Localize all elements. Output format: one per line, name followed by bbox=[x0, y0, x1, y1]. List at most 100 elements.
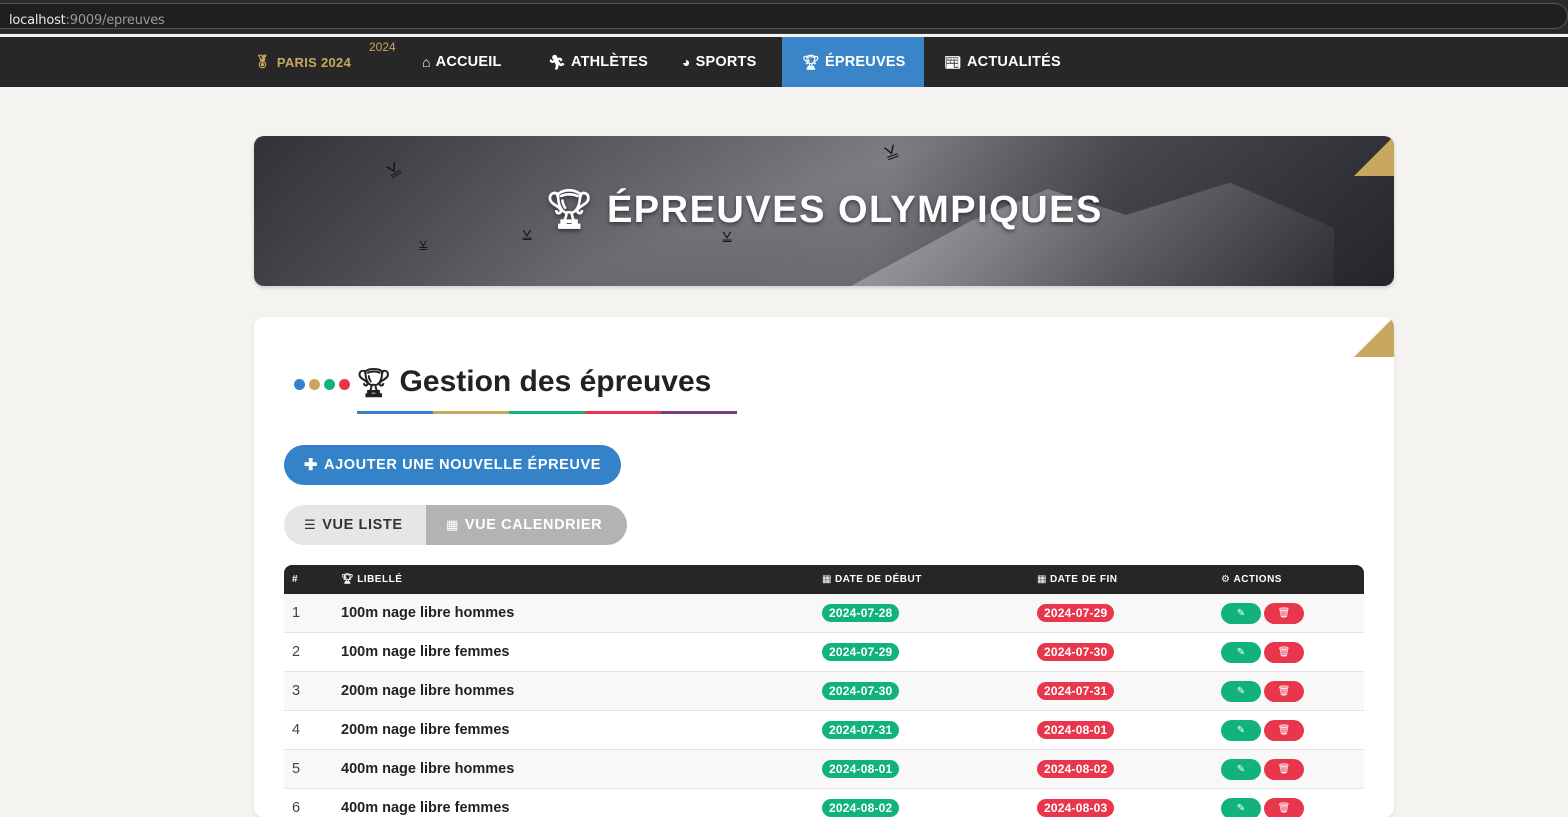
delete-button[interactable]: 🗑︎ bbox=[1264, 642, 1304, 663]
nav-item-label: ÉPREUVES bbox=[825, 54, 906, 70]
row-number: 1 bbox=[292, 594, 300, 632]
end-date-badge: 2024-08-03 bbox=[1037, 799, 1114, 817]
url-text[interactable]: localhost:9009/epreuves bbox=[9, 13, 165, 28]
table-row: 5 400m nage libre hommes 2024-08-01 2024… bbox=[284, 750, 1364, 789]
gears-icon: ⚙ bbox=[1221, 574, 1230, 585]
corner-accent bbox=[1354, 317, 1394, 357]
bird-icon: ⩣ bbox=[880, 137, 899, 163]
event-label: 200m nage libre hommes bbox=[341, 672, 514, 710]
actions-cell: ✎ 🗑︎ bbox=[1221, 711, 1304, 749]
dot-gold bbox=[309, 379, 320, 390]
title-underline bbox=[357, 411, 737, 414]
edit-icon: ✎ bbox=[1237, 725, 1245, 736]
list-icon: ☰ bbox=[304, 517, 316, 533]
olympic-dots bbox=[294, 379, 350, 390]
table-body: 1 100m nage libre hommes 2024-07-28 2024… bbox=[284, 594, 1364, 817]
actions-cell: ✎ 🗑︎ bbox=[1221, 789, 1304, 817]
hero-banner: ⩣ ⩣ ⩣ ⩣ ⩣ 🏆︎ ÉPREUVES OLYMPIQUES bbox=[254, 136, 1394, 286]
delete-button[interactable]: 🗑︎ bbox=[1264, 759, 1304, 780]
header-num: # bbox=[292, 565, 298, 594]
trophy-icon: 🏆︎ bbox=[545, 189, 595, 231]
trash-icon: 🗑︎ bbox=[1278, 803, 1291, 814]
header-actions: ⚙ACTIONS bbox=[1221, 565, 1282, 594]
end-date-cell: 2024-07-30 bbox=[1037, 633, 1114, 671]
table-row: 1 100m nage libre hommes 2024-07-28 2024… bbox=[284, 594, 1364, 633]
trophy-icon: 🏆︎ bbox=[802, 54, 820, 71]
start-date-cell: 2024-08-01 bbox=[822, 750, 899, 788]
start-date-cell: 2024-07-29 bbox=[822, 633, 899, 671]
trash-icon: 🗑︎ bbox=[1278, 764, 1291, 775]
page-title: 🏆︎ Gestion des épreuves bbox=[356, 365, 711, 399]
trophy-icon: 🏆︎ bbox=[341, 574, 354, 585]
event-label: 100m nage libre femmes bbox=[341, 633, 509, 671]
delete-button[interactable]: 🗑︎ bbox=[1264, 720, 1304, 741]
calendar-icon: ▦ bbox=[1037, 574, 1047, 585]
corner-accent bbox=[1354, 136, 1394, 176]
edit-button[interactable]: ✎ bbox=[1221, 681, 1261, 702]
nav-item-label: ACCUEIL bbox=[436, 54, 502, 70]
event-label: 400m nage libre hommes bbox=[341, 750, 514, 788]
brand-year: 2024 bbox=[369, 40, 396, 54]
nav-item-label: ATHLÈTES bbox=[571, 54, 648, 70]
edit-button[interactable]: ✎ bbox=[1221, 720, 1261, 741]
header-label: 🏆︎LIBELLÉ bbox=[341, 565, 402, 594]
end-date-badge: 2024-07-29 bbox=[1037, 604, 1114, 622]
volleyball-icon: ◕ bbox=[682, 54, 691, 70]
view-calendar-button[interactable]: ▦ VUE CALENDRIER bbox=[426, 505, 627, 545]
nav-item-actualites[interactable]: 📰︎ ACTUALITÉS bbox=[924, 37, 1081, 87]
nav-item-athletes[interactable]: 🏃︎ ATHLÈTES bbox=[528, 37, 668, 87]
actions-cell: ✎ 🗑︎ bbox=[1221, 633, 1304, 671]
url-field[interactable]: localhost:9009/epreuves bbox=[0, 3, 1568, 29]
bird-icon: ⩣ bbox=[419, 234, 428, 251]
main-navbar: 🏅︎ PARIS 2024 2024 ⌂ ACCUEIL 🏃︎ ATHLÈTES… bbox=[0, 37, 1568, 87]
runner-icon: 🏃︎ bbox=[548, 54, 566, 71]
table-row: 4 200m nage libre femmes 2024-07-31 2024… bbox=[284, 711, 1364, 750]
add-event-button[interactable]: ✚ AJOUTER UNE NOUVELLE ÉPREUVE bbox=[284, 445, 621, 485]
start-date-badge: 2024-07-28 bbox=[822, 604, 899, 622]
trash-icon: 🗑︎ bbox=[1278, 725, 1291, 736]
edit-icon: ✎ bbox=[1237, 647, 1245, 658]
actions-cell: ✎ 🗑︎ bbox=[1221, 672, 1304, 710]
trash-icon: 🗑︎ bbox=[1278, 686, 1291, 697]
nav-item-epreuves[interactable]: 🏆︎ ÉPREUVES bbox=[782, 37, 924, 87]
edit-button[interactable]: ✎ bbox=[1221, 798, 1261, 817]
table-row: 3 200m nage libre hommes 2024-07-30 2024… bbox=[284, 672, 1364, 711]
nav-item-label: ACTUALITÉS bbox=[967, 54, 1061, 70]
medal-icon: 🏅︎ bbox=[254, 54, 271, 70]
edit-icon: ✎ bbox=[1237, 686, 1245, 697]
nav-item-sports[interactable]: ◕ SPORTS bbox=[662, 37, 776, 87]
brand-logo[interactable]: 🏅︎ PARIS 2024 bbox=[254, 37, 351, 87]
dot-red bbox=[339, 379, 350, 390]
header-end-date: ▦DATE DE FIN bbox=[1037, 565, 1118, 594]
event-label: 400m nage libre femmes bbox=[341, 789, 509, 817]
table-header: # 🏆︎LIBELLÉ ▦DATE DE DÉBUT ▦DATE DE FIN … bbox=[284, 565, 1364, 594]
start-date-badge: 2024-08-02 bbox=[822, 799, 899, 817]
end-date-badge: 2024-08-02 bbox=[1037, 760, 1114, 778]
start-date-badge: 2024-07-29 bbox=[822, 643, 899, 661]
end-date-badge: 2024-07-31 bbox=[1037, 682, 1114, 700]
edit-button[interactable]: ✎ bbox=[1221, 603, 1261, 624]
end-date-badge: 2024-08-01 bbox=[1037, 721, 1114, 739]
nav-item-accueil[interactable]: ⌂ ACCUEIL bbox=[402, 37, 522, 87]
start-date-badge: 2024-07-30 bbox=[822, 682, 899, 700]
edit-button[interactable]: ✎ bbox=[1221, 759, 1261, 780]
dot-green bbox=[324, 379, 335, 390]
start-date-badge: 2024-07-31 bbox=[822, 721, 899, 739]
delete-button[interactable]: 🗑︎ bbox=[1264, 681, 1304, 702]
edit-button[interactable]: ✎ bbox=[1221, 642, 1261, 663]
calendar-icon: ▦ bbox=[446, 517, 459, 533]
table-row: 6 400m nage libre femmes 2024-08-02 2024… bbox=[284, 789, 1364, 817]
start-date-cell: 2024-08-02 bbox=[822, 789, 899, 817]
header-start-date: ▦DATE DE DÉBUT bbox=[822, 565, 922, 594]
trash-icon: 🗑︎ bbox=[1278, 608, 1291, 619]
row-number: 6 bbox=[292, 789, 300, 817]
row-number: 2 bbox=[292, 633, 300, 671]
bird-icon: ⩣ bbox=[381, 154, 403, 180]
start-date-badge: 2024-08-01 bbox=[822, 760, 899, 778]
row-number: 3 bbox=[292, 672, 300, 710]
view-list-button[interactable]: ☰ VUE LISTE bbox=[284, 505, 426, 545]
edit-icon: ✎ bbox=[1237, 803, 1245, 814]
delete-button[interactable]: 🗑︎ bbox=[1264, 603, 1304, 624]
delete-button[interactable]: 🗑︎ bbox=[1264, 798, 1304, 817]
plus-icon: ✚ bbox=[304, 455, 318, 475]
